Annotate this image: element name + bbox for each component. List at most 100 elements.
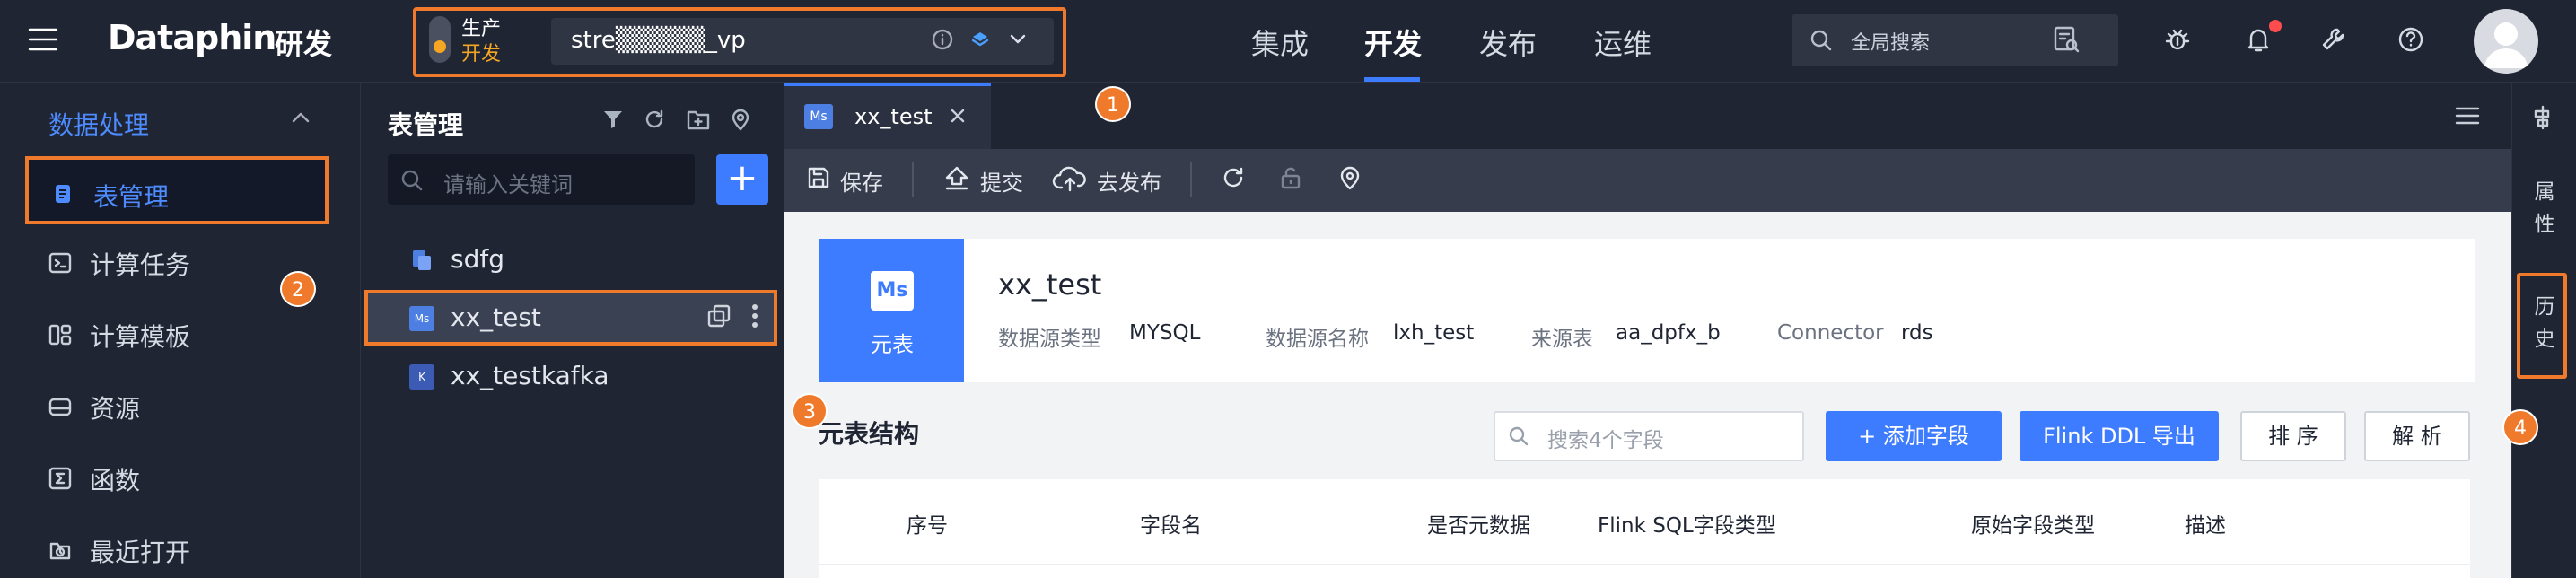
- nav-active-indicator: [1364, 77, 1420, 82]
- refresh-icon[interactable]: [643, 108, 666, 131]
- list-menu-icon[interactable]: [2454, 104, 2481, 127]
- nav-integration[interactable]: 集成: [1251, 22, 1309, 63]
- mysql-badge-icon: Ms: [409, 306, 434, 331]
- env-dev-label: 开发: [461, 43, 502, 66]
- meta-table-type-label: 元表: [871, 332, 914, 357]
- copy-icon[interactable]: [707, 304, 731, 328]
- submit-button[interactable]: 提交: [980, 165, 1023, 197]
- sort-button[interactable]: 排 序: [2240, 411, 2346, 461]
- publish-button[interactable]: 去发布: [1097, 165, 1161, 197]
- mysql-badge-icon: Ms: [871, 271, 914, 311]
- meta-field-value: MYSQL: [1129, 321, 1201, 345]
- sidebar-item-label: 计算模板: [90, 322, 191, 352]
- cloud-upload-icon: [1052, 165, 1088, 192]
- resource-icon: [48, 395, 72, 418]
- close-icon[interactable]: [948, 106, 968, 126]
- meta-field-value: aa_dpfx_b: [1616, 321, 1721, 345]
- add-field-button[interactable]: + 添加字段: [1826, 411, 2002, 461]
- bug-icon[interactable]: [2163, 25, 2192, 54]
- rail-history-tab[interactable]: 历史: [2531, 291, 2558, 355]
- app-root: Dataphin 研发 生产 开发 stre▒▒▒▒▒_vp 集成 开发 发布 …: [0, 0, 2576, 578]
- sidebar-item-label: 函数: [90, 466, 141, 495]
- search-icon: [1809, 29, 1833, 52]
- sidebar-section-title[interactable]: 数据处理: [48, 106, 149, 142]
- column-header[interactable]: 序号: [907, 508, 948, 539]
- refresh-icon[interactable]: [1221, 165, 1246, 190]
- outline-icon[interactable]: [2529, 104, 2556, 131]
- search-icon: [1508, 425, 1529, 447]
- rail-attributes-tab[interactable]: 属性: [2531, 176, 2558, 241]
- more-icon[interactable]: [750, 302, 759, 329]
- locate-icon[interactable]: [729, 108, 752, 131]
- meta-field-value: rds: [1901, 321, 1933, 345]
- global-search-placeholder: 全局搜索: [1851, 32, 1931, 55]
- field-search-placeholder: 搜索4个字段: [1547, 429, 1664, 452]
- toolbar-divider: [1190, 162, 1192, 197]
- cube-icon: [969, 29, 991, 50]
- table-list-item-label: sdfg: [451, 244, 504, 274]
- template-icon: [48, 323, 72, 346]
- column-header[interactable]: 字段名: [1140, 508, 1202, 539]
- chevron-up-icon[interactable]: [289, 106, 312, 129]
- table-file-icon: [409, 248, 434, 273]
- nav-publish[interactable]: 发布: [1479, 22, 1537, 63]
- new-folder-icon[interactable]: [686, 108, 711, 131]
- sidebar-item-table-management[interactable]: 表管理: [25, 156, 329, 224]
- help-icon[interactable]: [2396, 25, 2425, 54]
- parse-button[interactable]: 解 析: [2364, 411, 2470, 461]
- editor-toolbar: [784, 149, 2511, 212]
- editor-tab-label: xx_test: [854, 104, 933, 129]
- column-header[interactable]: 原始字段类型: [1971, 508, 2095, 539]
- info-icon[interactable]: [932, 29, 953, 50]
- sidebar-item-compute-template[interactable]: 计算模板: [25, 300, 329, 368]
- menu-icon[interactable]: [27, 23, 59, 56]
- sidebar-item-label: 资源: [90, 394, 141, 424]
- table-search-placeholder: 请输入关键词: [443, 172, 573, 197]
- sidebar-item-function[interactable]: 函数: [25, 443, 329, 512]
- flink-ddl-export-button[interactable]: Flink DDL 导出: [2020, 411, 2219, 461]
- annotation-marker: 1: [1095, 86, 1131, 122]
- bell-icon[interactable]: [2244, 25, 2273, 54]
- save-button[interactable]: 保存: [840, 165, 883, 197]
- column-header[interactable]: Flink SQL字段类型: [1598, 508, 1776, 539]
- table-list-item[interactable]: sdfg: [364, 232, 777, 287]
- advanced-search-icon[interactable]: [2052, 25, 2081, 54]
- column-header[interactable]: 描述: [2185, 508, 2226, 539]
- meta-field-key: 来源表: [1531, 328, 1593, 351]
- table-list-item-label: xx_test: [451, 302, 541, 332]
- chevron-down-icon[interactable]: [1007, 29, 1029, 50]
- toolbar-divider: [912, 162, 914, 197]
- editor-tab-bar: [784, 83, 2511, 149]
- locate-icon[interactable]: [1337, 165, 1362, 190]
- meta-table-name: xx_test: [998, 267, 1102, 302]
- filter-icon[interactable]: [601, 108, 625, 131]
- kafka-badge-icon: K: [409, 364, 434, 390]
- meta-field-key: 数据源名称: [1266, 328, 1369, 351]
- env-toggle[interactable]: [429, 16, 451, 63]
- table-icon: [52, 183, 74, 205]
- unlock-icon[interactable]: [1278, 165, 1303, 190]
- recent-icon: [48, 539, 72, 562]
- table-list-item-label: xx_testkafka: [451, 361, 609, 390]
- submit-icon: [942, 165, 971, 190]
- annotation-marker: 4: [2502, 409, 2538, 445]
- sidebar-item-resource[interactable]: 资源: [25, 372, 329, 440]
- avatar[interactable]: [2474, 9, 2538, 74]
- nav-develop[interactable]: 开发: [1364, 22, 1422, 63]
- nav-ops[interactable]: 运维: [1594, 22, 1652, 63]
- table-header-divider: [819, 564, 2470, 565]
- add-table-button[interactable]: +: [716, 154, 768, 205]
- meta-field-key: 数据源类型: [998, 328, 1101, 351]
- module-title: 研发: [275, 27, 333, 61]
- column-header[interactable]: 是否元数据: [1427, 508, 1530, 539]
- table-list-item-selected[interactable]: Ms xx_test: [364, 290, 777, 346]
- wrench-icon[interactable]: [2319, 25, 2348, 54]
- sidebar-item-recent[interactable]: 最近打开: [25, 515, 329, 578]
- sidebar-item-label: 表管理: [93, 182, 170, 212]
- project-name: stre▒▒▒▒▒_vp: [571, 27, 746, 54]
- env-toggle-knob: [434, 40, 446, 53]
- table-list-item[interactable]: K xx_testkafka: [364, 348, 777, 404]
- sidebar-item-label: 计算任务: [90, 250, 191, 280]
- table-panel-title: 表管理: [388, 110, 464, 140]
- notification-dot: [2269, 20, 2282, 32]
